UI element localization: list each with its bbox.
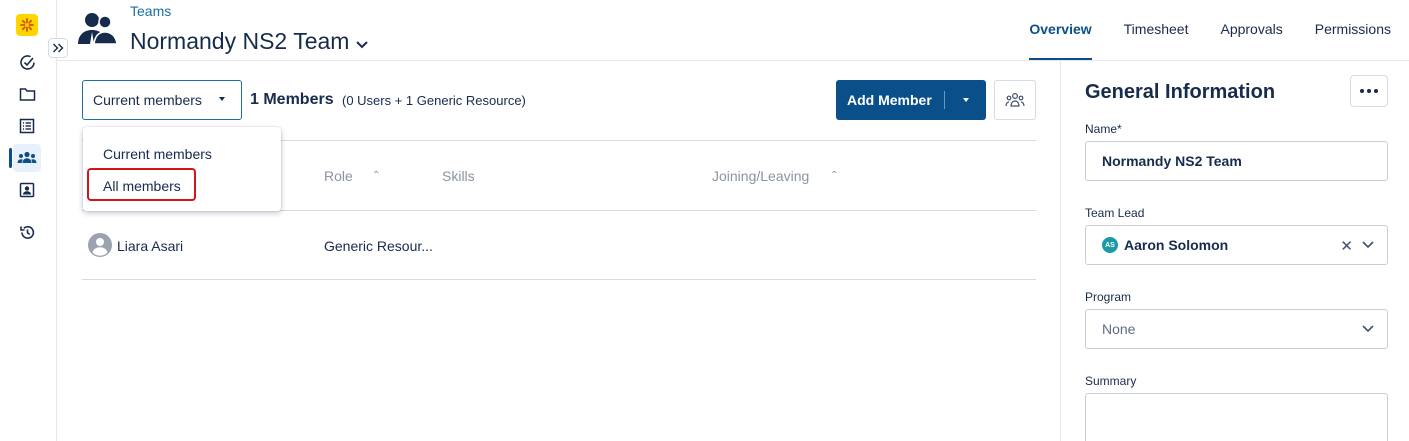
name-field-value: Normandy NS2 Team <box>1102 153 1242 169</box>
chevron-down-icon <box>356 40 369 48</box>
avatar <box>88 233 112 257</box>
name-label: Name* <box>1085 122 1122 136</box>
option-current-members[interactable]: Current members <box>103 146 212 162</box>
more-options-button[interactable] <box>1350 75 1388 107</box>
member-filter-menu: Current members All members <box>83 127 281 211</box>
member-filter-select[interactable]: Current members <box>82 80 242 120</box>
header-divider <box>57 60 1409 61</box>
team-lead-select[interactable]: AS Aaron Solomon ✕ <box>1085 225 1388 265</box>
teams-nav-icon[interactable] <box>9 144 41 172</box>
left-nav-rail <box>0 0 57 441</box>
tab-permissions[interactable]: Permissions <box>1315 0 1391 60</box>
app-logo-icon[interactable] <box>16 14 38 36</box>
tab-timesheet[interactable]: Timesheet <box>1124 0 1189 60</box>
people-group-icon <box>1005 92 1025 107</box>
folder-icon[interactable] <box>13 80 41 108</box>
panel-title: General Information <box>1085 81 1276 103</box>
member-breakdown: (0 Users + 1 Generic Resource) <box>342 93 526 108</box>
tab-bar: Overview Timesheet Approvals Permissions <box>1029 0 1391 60</box>
expand-sidebar-button[interactable] <box>48 38 68 58</box>
option-all-members[interactable]: All members <box>103 178 181 194</box>
clear-icon[interactable]: ✕ <box>1340 237 1353 255</box>
column-header-joining-leaving[interactable]: Joining/Leaving <box>712 168 809 184</box>
program-select[interactable]: None <box>1085 309 1388 349</box>
tab-approvals[interactable]: Approvals <box>1220 0 1282 60</box>
dot <box>1367 89 1371 93</box>
add-member-label: Add Member <box>847 92 932 108</box>
team-avatar-icon <box>78 10 118 51</box>
chevron-down-icon[interactable] <box>1361 240 1375 250</box>
member-filter-value: Current members <box>93 92 202 108</box>
program-label: Program <box>1085 290 1132 304</box>
name-field[interactable]: Normandy NS2 Team <box>1085 141 1388 181</box>
page-title[interactable]: Normandy NS2 Team <box>130 28 369 55</box>
panel-divider <box>1060 61 1061 441</box>
tasks-check-icon[interactable] <box>13 48 41 76</box>
add-member-button[interactable]: Add Member <box>836 80 986 120</box>
team-lead-value: Aaron Solomon <box>1124 237 1229 253</box>
sort-up-icon[interactable]: ⌃ <box>830 170 838 181</box>
contact-card-icon[interactable] <box>13 176 41 204</box>
program-value: None <box>1102 321 1136 337</box>
table-bottom-border <box>82 279 1036 280</box>
caret-down-icon <box>962 98 969 102</box>
double-chevron-right-icon <box>53 43 64 53</box>
list-icon[interactable] <box>13 112 41 140</box>
team-name: Normandy NS2 Team <box>130 28 350 54</box>
member-name[interactable]: Liara Asari <box>117 238 183 254</box>
dot <box>1374 89 1378 93</box>
member-role: Generic Resour... <box>324 238 433 254</box>
sort-up-icon[interactable]: ⌃ <box>372 170 380 181</box>
member-count: 1 Members <box>250 91 334 108</box>
tab-overview[interactable]: Overview <box>1029 0 1092 60</box>
add-member-dropdown-button[interactable] <box>945 98 986 102</box>
history-icon[interactable] <box>13 218 41 246</box>
dot <box>1360 89 1364 93</box>
team-lead-label: Team Lead <box>1085 206 1145 220</box>
summary-label: Summary <box>1085 374 1137 388</box>
lead-avatar: AS <box>1102 237 1118 253</box>
column-header-role[interactable]: Role <box>324 168 353 184</box>
column-header-skills[interactable]: Skills <box>442 168 475 184</box>
chevron-down-icon <box>1362 325 1374 333</box>
summary-textarea[interactable] <box>1085 393 1388 441</box>
breadcrumb-teams[interactable]: Teams <box>130 3 171 19</box>
caret-down-icon <box>219 97 225 101</box>
group-view-button[interactable] <box>994 80 1036 120</box>
